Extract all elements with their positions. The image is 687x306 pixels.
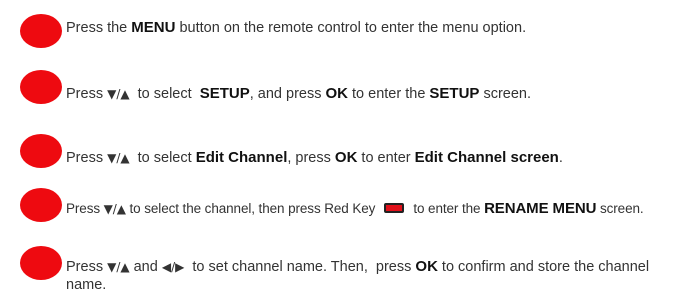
- step-3-text: Press ▼/▲ to select Edit Channel, press …: [66, 149, 687, 167]
- bullet-dot: [20, 188, 62, 222]
- step-text: to enter: [357, 150, 415, 166]
- bullet-dot: [20, 14, 62, 48]
- step-text: to select the channel, then press Red Ke…: [125, 201, 376, 216]
- down-up-arrow-icon: ▼/▲: [107, 260, 130, 274]
- step-text: to select: [129, 86, 200, 102]
- setup-keyword: SETUP: [199, 85, 250, 102]
- edit-channel-screen-keyword: Edit Channel screen: [414, 149, 559, 166]
- red-key-icon: [384, 203, 405, 214]
- step-text: to enter the: [413, 201, 485, 216]
- bullet-dot: [20, 70, 62, 104]
- step-text: to enter the: [348, 86, 430, 102]
- step-text: Press: [66, 86, 108, 102]
- step-text: to select: [129, 150, 196, 166]
- ok-keyword: OK: [334, 149, 358, 166]
- step-text: .: [558, 150, 563, 166]
- step-text: Press: [66, 259, 108, 275]
- step-text: Press the: [66, 20, 132, 36]
- left-right-arrow-icon: ◀/▶: [161, 260, 185, 274]
- step-5-text: Press ▼/▲ and ◀/▶ to set channel name. T…: [66, 258, 651, 294]
- setup-keyword: SETUP: [429, 85, 480, 102]
- step-text: , and press: [249, 86, 326, 102]
- ok-keyword: OK: [415, 258, 438, 275]
- step-text: screen.: [479, 86, 532, 102]
- bullet-dot: [20, 246, 62, 280]
- step-2-text: Press ▼/▲ to select SETUP, and press OK …: [66, 85, 687, 103]
- rename-menu-keyword: RENAME MENU: [484, 200, 597, 217]
- step-text: screen.: [596, 201, 644, 216]
- ok-keyword: OK: [325, 85, 349, 102]
- step-text: button on the remote control to enter th…: [175, 20, 527, 36]
- step-text: to set channel name. Then, press: [184, 259, 416, 275]
- down-up-arrow-icon: ▼/▲: [107, 87, 130, 101]
- step-1-text: Press the MENU button on the remote cont…: [66, 19, 687, 37]
- down-up-arrow-icon: ▼/▲: [103, 202, 126, 216]
- step-text: and: [129, 259, 162, 275]
- menu-keyword: MENU: [131, 19, 176, 36]
- down-up-arrow-icon: ▼/▲: [107, 151, 130, 165]
- step-text: , press: [287, 150, 335, 166]
- bullet-dot: [20, 134, 62, 168]
- step-text: Press: [66, 150, 108, 166]
- edit-channel-keyword: Edit Channel: [195, 149, 288, 166]
- step-4-text: Press ▼/▲ to select the channel, then pr…: [66, 200, 656, 218]
- step-text: Press: [66, 201, 104, 216]
